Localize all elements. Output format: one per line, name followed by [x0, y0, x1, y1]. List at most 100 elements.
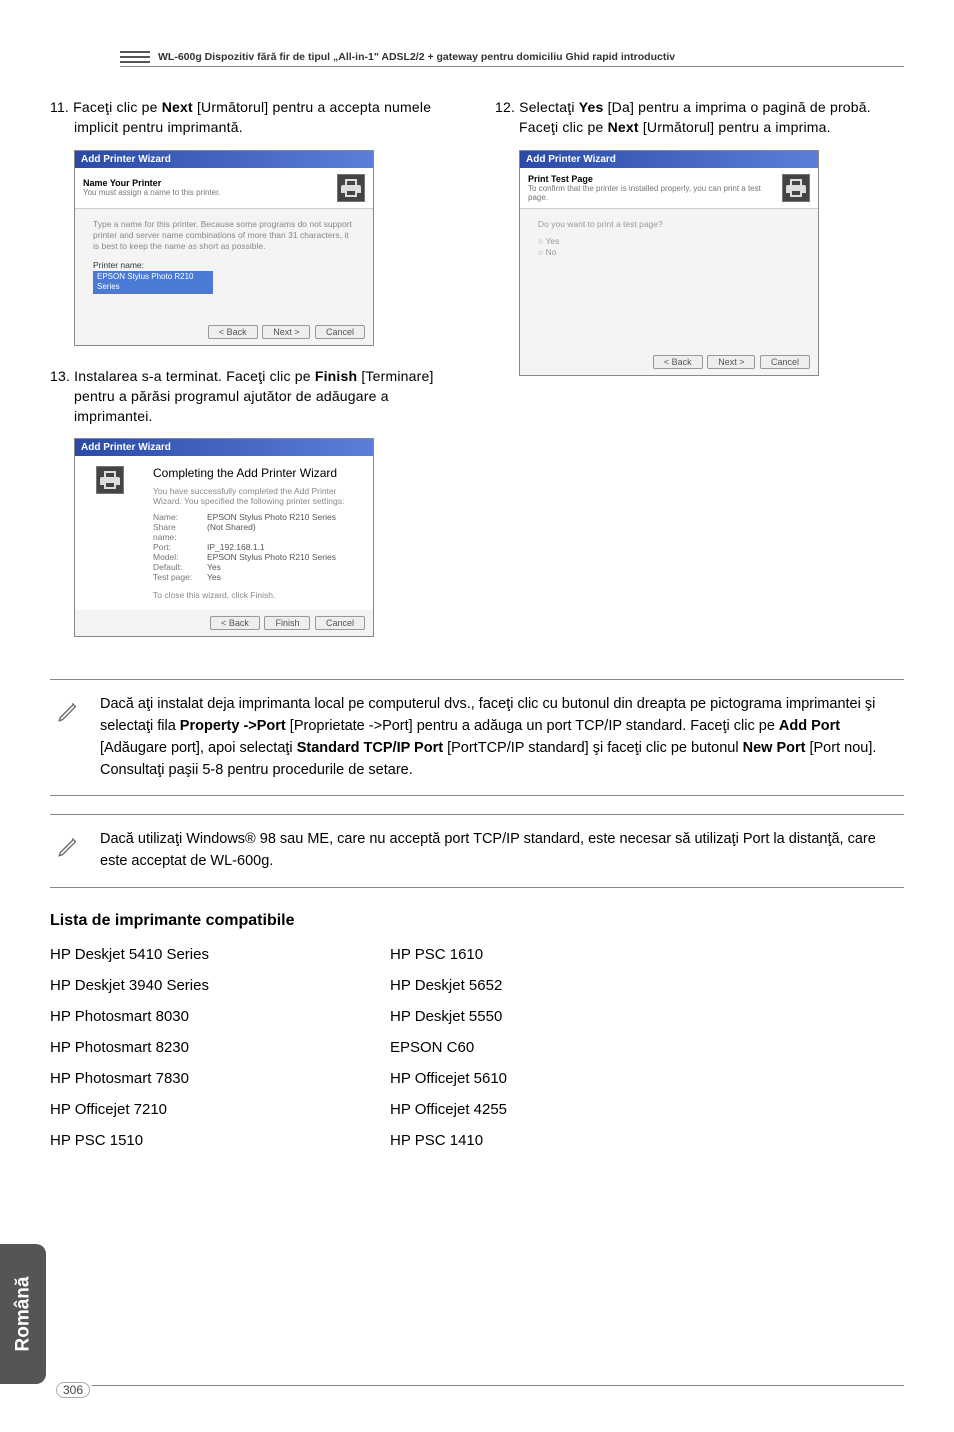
- bold: Standard TCP/IP Port: [297, 740, 443, 756]
- printer-item: HP Officejet 4255: [390, 1101, 690, 1118]
- footer-divider: [92, 1385, 904, 1386]
- info-row: Default: Yes: [153, 562, 365, 572]
- radio-yes[interactable]: ○ Yes: [538, 236, 800, 247]
- text: [Proprietate ->Port] pentru a adăuga un …: [286, 718, 779, 734]
- printer-item: HP Deskjet 5410 Series: [50, 946, 350, 963]
- compatible-list-title: Lista de imprimante compatibile: [50, 912, 904, 930]
- note-text: Dacă utilizaţi Windows® 98 sau ME, care …: [100, 829, 900, 873]
- info-value: Yes: [207, 572, 221, 582]
- test-prompt: Do you want to print a test page?: [538, 219, 800, 230]
- next-button[interactable]: Next >: [262, 325, 310, 339]
- text: [Adăugare port], apoi selectaţi: [100, 740, 297, 756]
- printer-item: HP PSC 1510: [50, 1132, 350, 1149]
- dialog-completing: Add Printer Wizard Completing the Add Pr…: [74, 438, 374, 637]
- dialog-subheading: To confirm that the printer is installed…: [528, 184, 776, 202]
- radio-no[interactable]: ○ No: [538, 247, 800, 258]
- printer-item: HP Deskjet 3940 Series: [50, 977, 350, 994]
- printer-item: HP Photosmart 8030: [50, 1008, 350, 1025]
- info-value: EPSON Stylus Photo R210 Series: [207, 512, 336, 522]
- info-key: Default:: [153, 562, 199, 572]
- info-row: Port: IP_192.168.1.1: [153, 542, 365, 552]
- printer-item: HP Photosmart 8230: [50, 1039, 350, 1056]
- info-key: Model:: [153, 552, 199, 562]
- info-row: Test page: Yes: [153, 572, 365, 582]
- page-header: WL-600g Dispozitiv fără fir de tipul „Al…: [120, 50, 904, 67]
- next-button[interactable]: Next >: [707, 355, 755, 369]
- info-row: Name: EPSON Stylus Photo R210 Series: [153, 512, 365, 522]
- field-label: Printer name:: [93, 260, 355, 271]
- text: Instalarea s-a terminat. Faceţi clic pe: [74, 368, 315, 384]
- bold: Next: [608, 119, 639, 135]
- pencil-icon: [54, 829, 84, 873]
- step-11: 11. Faceţi clic pe Next [Următorul] pent…: [50, 97, 459, 138]
- text: Dacă utilizaţi Windows® 98 sau ME, care …: [100, 831, 876, 869]
- bold: Finish: [315, 368, 357, 384]
- note-block-1: Dacă aţi instalat deja imprimanta local …: [50, 679, 904, 796]
- bold: Yes: [579, 99, 604, 115]
- radio-label: No: [546, 247, 557, 257]
- completing-title: Completing the Add Printer Wizard: [153, 466, 365, 480]
- info-row: Share name: (Not Shared): [153, 522, 365, 542]
- printer-item: HP Officejet 7210: [50, 1101, 350, 1118]
- info-key: Name:: [153, 512, 199, 522]
- step-number: 13.: [50, 368, 70, 384]
- text: [Următorul] pentru a imprima.: [639, 119, 831, 135]
- info-key: Port:: [153, 542, 199, 552]
- language-label: Română: [12, 1277, 34, 1352]
- text: Faceţi clic pe: [73, 99, 162, 115]
- bold: Next: [162, 99, 193, 115]
- step-number: 11.: [50, 99, 69, 115]
- printer-item: HP Photosmart 7830: [50, 1070, 350, 1087]
- dialog-name-printer: Add Printer Wizard Name Your Printer You…: [74, 150, 374, 346]
- note-text: Dacă aţi instalat deja imprimanta local …: [100, 694, 900, 781]
- step-13: 13. Instalarea s-a terminat. Faceţi clic…: [50, 366, 459, 427]
- cancel-button[interactable]: Cancel: [315, 616, 365, 630]
- back-button[interactable]: < Back: [653, 355, 703, 369]
- dialog-titlebar: Add Printer Wizard: [75, 439, 373, 456]
- bold: Add Port: [779, 718, 840, 734]
- pencil-icon: [54, 694, 84, 781]
- step-body: Instalarea s-a terminat. Faceţi clic pe …: [74, 368, 434, 425]
- text: [PortTCP/IP standard] şi faceţi clic pe …: [443, 740, 743, 756]
- info-value: Yes: [207, 562, 221, 572]
- printer-item: EPSON C60: [390, 1039, 690, 1056]
- header-bars-icon: [120, 50, 150, 64]
- dialog-heading: Print Test Page: [528, 174, 776, 184]
- radio-label: Yes: [545, 236, 559, 246]
- printer-icon: [337, 174, 365, 202]
- info-key: Test page:: [153, 572, 199, 582]
- step-body: Faceţi clic pe Next [Următorul] pentru a…: [73, 99, 431, 135]
- step-number: 12.: [495, 99, 515, 115]
- printer-item: HP PSC 1410: [390, 1132, 690, 1149]
- header-text: WL-600g Dispozitiv fără fir de tipul „Al…: [158, 51, 675, 63]
- language-tab: Română: [0, 1244, 46, 1384]
- printer-name-input[interactable]: EPSON Stylus Photo R210 Series: [93, 271, 213, 294]
- bold: New Port: [743, 740, 806, 756]
- back-button[interactable]: < Back: [210, 616, 260, 630]
- info-key: Share name:: [153, 522, 199, 542]
- dialog-description: Type a name for this printer. Because so…: [93, 219, 355, 252]
- completing-sub: You have successfully completed the Add …: [153, 486, 365, 506]
- dialog-subheading: You must assign a name to this printer.: [83, 188, 331, 197]
- back-button[interactable]: < Back: [208, 325, 258, 339]
- info-value: IP_192.168.1.1: [207, 542, 265, 552]
- dialog-titlebar: Add Printer Wizard: [75, 151, 373, 168]
- printer-item: HP Officejet 5610: [390, 1070, 690, 1087]
- printer-list: HP Deskjet 5410 Series HP Deskjet 3940 Se…: [50, 946, 904, 1163]
- completing-closing: To close this wizard, click Finish.: [153, 590, 365, 600]
- printer-icon: [96, 466, 124, 494]
- printer-item: HP PSC 1610: [390, 946, 690, 963]
- printer-item: HP Deskjet 5550: [390, 1008, 690, 1025]
- step-body: Selectaţi Yes [Da] pentru a imprima o pa…: [519, 99, 871, 135]
- bold: Property ->Port: [180, 718, 286, 734]
- info-row: Model:EPSON Stylus Photo R210 Series: [153, 552, 365, 562]
- cancel-button[interactable]: Cancel: [315, 325, 365, 339]
- finish-button[interactable]: Finish: [264, 616, 310, 630]
- info-value: (Not Shared): [207, 522, 256, 542]
- page-number: 306: [56, 1382, 90, 1398]
- printer-item: HP Deskjet 5652: [390, 977, 690, 994]
- dialog-test-page: Add Printer Wizard Print Test Page To co…: [519, 150, 819, 376]
- text: Selectaţi: [519, 99, 579, 115]
- dialog-heading: Name Your Printer: [83, 178, 331, 188]
- cancel-button[interactable]: Cancel: [760, 355, 810, 369]
